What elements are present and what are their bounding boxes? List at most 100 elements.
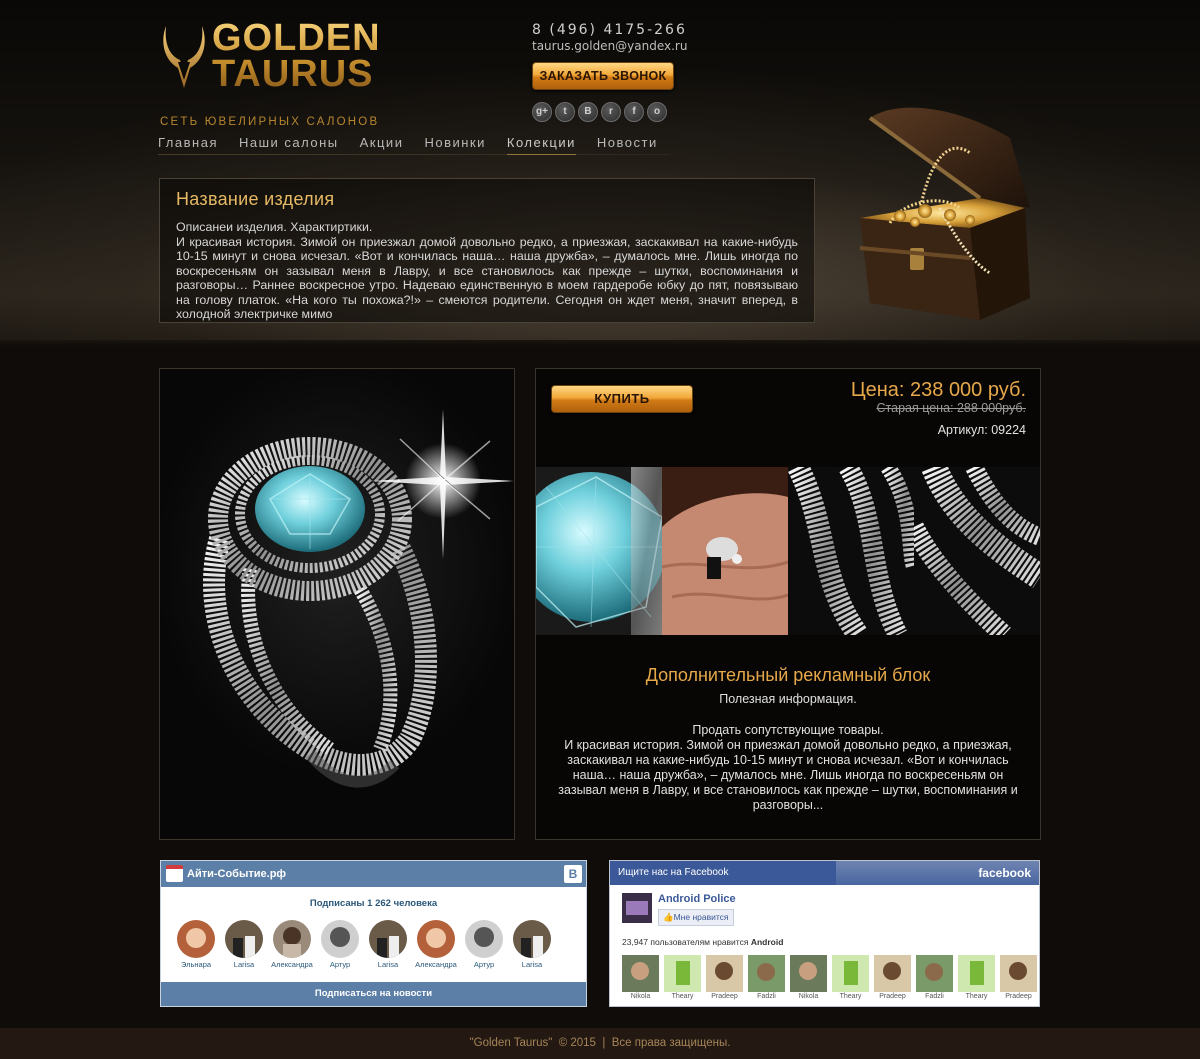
odnoklassniki-icon[interactable]: o bbox=[647, 102, 667, 122]
phone-number: 8 (496) 4175-266 bbox=[532, 22, 687, 38]
product-main-image[interactable] bbox=[159, 368, 515, 840]
price: Цена: 238 000 руб. bbox=[850, 379, 1026, 401]
avatar bbox=[790, 955, 827, 992]
avatar bbox=[706, 955, 743, 992]
vk-member[interactable]: Александра bbox=[271, 920, 313, 969]
ad-title: Дополнительный рекламный блок bbox=[645, 665, 931, 685]
vk-widget: Айти-Событие.рф В Подписаны 1 262 челове… bbox=[160, 860, 587, 1007]
facebook-widget: Ищите нас на Facebook facebook Android P… bbox=[609, 860, 1040, 1007]
rss-icon[interactable]: r bbox=[601, 102, 621, 122]
thumbs-up-icon: 👍 bbox=[663, 912, 674, 922]
fb-face[interactable]: Pradeep bbox=[1000, 955, 1037, 1000]
calendar-icon bbox=[166, 865, 183, 882]
vk-widget-title: Айти-Событие.рф bbox=[187, 868, 287, 880]
google-plus-icon[interactable]: g+ bbox=[532, 102, 552, 122]
vk-member[interactable]: Larisa bbox=[369, 920, 407, 969]
logo-text: GOLDEN TAURUS bbox=[212, 17, 381, 95]
fb-face[interactable]: Fadzli bbox=[916, 955, 953, 1000]
avatar bbox=[874, 955, 911, 992]
facebook-icon[interactable]: f bbox=[624, 102, 644, 122]
fb-face[interactable]: Pradeep bbox=[706, 955, 743, 1000]
order-callback-button[interactable]: ЗАКАЗАТЬ ЗВОНОК bbox=[532, 62, 674, 90]
avatar bbox=[1000, 955, 1037, 992]
buy-button[interactable]: КУПИТЬ bbox=[551, 385, 693, 413]
ad-subtitle: Полезная информация. bbox=[719, 692, 857, 706]
avatar bbox=[916, 955, 953, 992]
thumbnail-gallery bbox=[536, 467, 1040, 635]
fb-face[interactable]: Theary bbox=[958, 955, 995, 1000]
copyright-text: "Golden Taurus" © 2015 | Все права защищ… bbox=[469, 1037, 731, 1049]
fb-widget-header: Ищите нас на Facebook facebook bbox=[610, 861, 1039, 885]
vk-member[interactable]: Larisa bbox=[513, 920, 551, 969]
ring-image bbox=[203, 409, 514, 788]
product-description: Описанеи изделия. Характиртики. И красив… bbox=[176, 220, 798, 321]
fb-page-info: Android Police 👍Мне нравится bbox=[622, 893, 922, 931]
email-address[interactable]: taurus.golden@yandex.ru bbox=[532, 39, 692, 53]
fb-like-count: 23,947 пользователям нравится Android bbox=[622, 937, 784, 947]
vk-member[interactable]: Артур bbox=[321, 920, 359, 969]
nav-item-news[interactable]: Новости bbox=[597, 135, 658, 155]
vk-member[interactable]: Larisa bbox=[225, 920, 263, 969]
avatar bbox=[273, 920, 311, 958]
footer: "Golden Taurus" © 2015 | Все права защищ… bbox=[0, 1028, 1200, 1059]
vk-members-list: Эльнара Larisa Александра Артур Larisa А… bbox=[161, 920, 586, 969]
thumbnail-stone[interactable] bbox=[536, 467, 662, 635]
avatar bbox=[369, 920, 407, 958]
logo-tagline: СЕТЬ ЮВЕЛИРНЫХ САЛОНОВ bbox=[160, 116, 380, 128]
contact-info: 8 (496) 4175-266 taurus.golden@yandex.ru bbox=[532, 22, 692, 53]
vk-logo-icon[interactable]: В bbox=[564, 865, 582, 883]
product-info-panel: КУПИТЬ Цена: 238 000 руб. Старая цена: 2… bbox=[535, 368, 1041, 840]
fb-face[interactable]: Pradeep bbox=[874, 955, 911, 1000]
fb-like-button[interactable]: 👍Мне нравится bbox=[658, 909, 734, 926]
thumbnail-band[interactable] bbox=[788, 467, 914, 635]
fb-face[interactable]: Fadzli bbox=[748, 955, 785, 1000]
thumbnail-detail[interactable] bbox=[914, 467, 1040, 635]
vk-member[interactable]: Артур bbox=[465, 920, 503, 969]
avatar bbox=[832, 955, 869, 992]
logo[interactable]: GOLDEN TAURUS СЕТЬ ЮВЕЛИРНЫХ САЛОНОВ bbox=[160, 20, 377, 128]
ad-block: Дополнительный рекламный блок Полезная и… bbox=[536, 665, 1040, 813]
nav-item-collections[interactable]: Колекции bbox=[506, 135, 576, 155]
product-description-box: Название изделия Описанеи изделия. Харак… bbox=[159, 178, 815, 323]
twitter-icon[interactable]: t bbox=[555, 102, 575, 122]
treasure-chest-image bbox=[859, 107, 1030, 320]
avatar bbox=[225, 920, 263, 958]
header-hero: GOLDEN TAURUS СЕТЬ ЮВЕЛИРНЫХ САЛОНОВ 8 (… bbox=[0, 0, 1200, 346]
avatar bbox=[321, 920, 359, 958]
avatar bbox=[622, 955, 659, 992]
vk-icon[interactable]: В bbox=[578, 102, 598, 122]
avatar bbox=[513, 920, 551, 958]
ad-text: Продать сопутствующие товары. И красивая… bbox=[558, 723, 1018, 812]
thumbnail-hand[interactable] bbox=[662, 467, 788, 635]
vk-subscribe-button[interactable]: Подписаться на новости bbox=[161, 982, 586, 1006]
nav-item-home[interactable]: Главная bbox=[158, 135, 218, 155]
fb-widget-title: Ищите нас на Facebook bbox=[610, 861, 836, 885]
old-price: Старая цена: 288 000руб. bbox=[876, 401, 1027, 415]
fb-face[interactable]: Nikola bbox=[790, 955, 827, 1000]
main-nav: Главная Наши салоны Акции Новинки Колекц… bbox=[158, 135, 658, 155]
article-number: Артикул: 09224 bbox=[937, 423, 1026, 437]
nav-divider bbox=[158, 154, 670, 155]
avatar bbox=[177, 920, 215, 958]
vk-member[interactable]: Эльнара bbox=[177, 920, 215, 969]
nav-item-promotions[interactable]: Акции bbox=[360, 135, 404, 155]
facebook-logo[interactable]: facebook bbox=[978, 861, 1031, 885]
vk-subscriber-count: Подписаны 1 262 человека bbox=[309, 898, 438, 909]
avatar bbox=[748, 955, 785, 992]
avatar[interactable] bbox=[622, 893, 652, 923]
avatar bbox=[465, 920, 503, 958]
avatar bbox=[664, 955, 701, 992]
fb-face[interactable]: Theary bbox=[664, 955, 701, 1000]
product-title: Название изделия bbox=[176, 189, 335, 209]
fb-page-name[interactable]: Android Police bbox=[658, 893, 736, 905]
nav-item-new[interactable]: Новинки bbox=[424, 135, 485, 155]
fb-face[interactable]: Theary bbox=[832, 955, 869, 1000]
vk-member[interactable]: Александра bbox=[415, 920, 457, 969]
social-icons: g+ t В r f o bbox=[532, 102, 667, 122]
avatar bbox=[958, 955, 995, 992]
fb-face[interactable]: Nikola bbox=[622, 955, 659, 1000]
bull-horns-icon bbox=[163, 26, 205, 88]
nav-item-salons[interactable]: Наши салоны bbox=[239, 135, 339, 155]
vk-widget-header[interactable]: Айти-Событие.рф В bbox=[161, 861, 586, 887]
avatar bbox=[417, 920, 455, 958]
